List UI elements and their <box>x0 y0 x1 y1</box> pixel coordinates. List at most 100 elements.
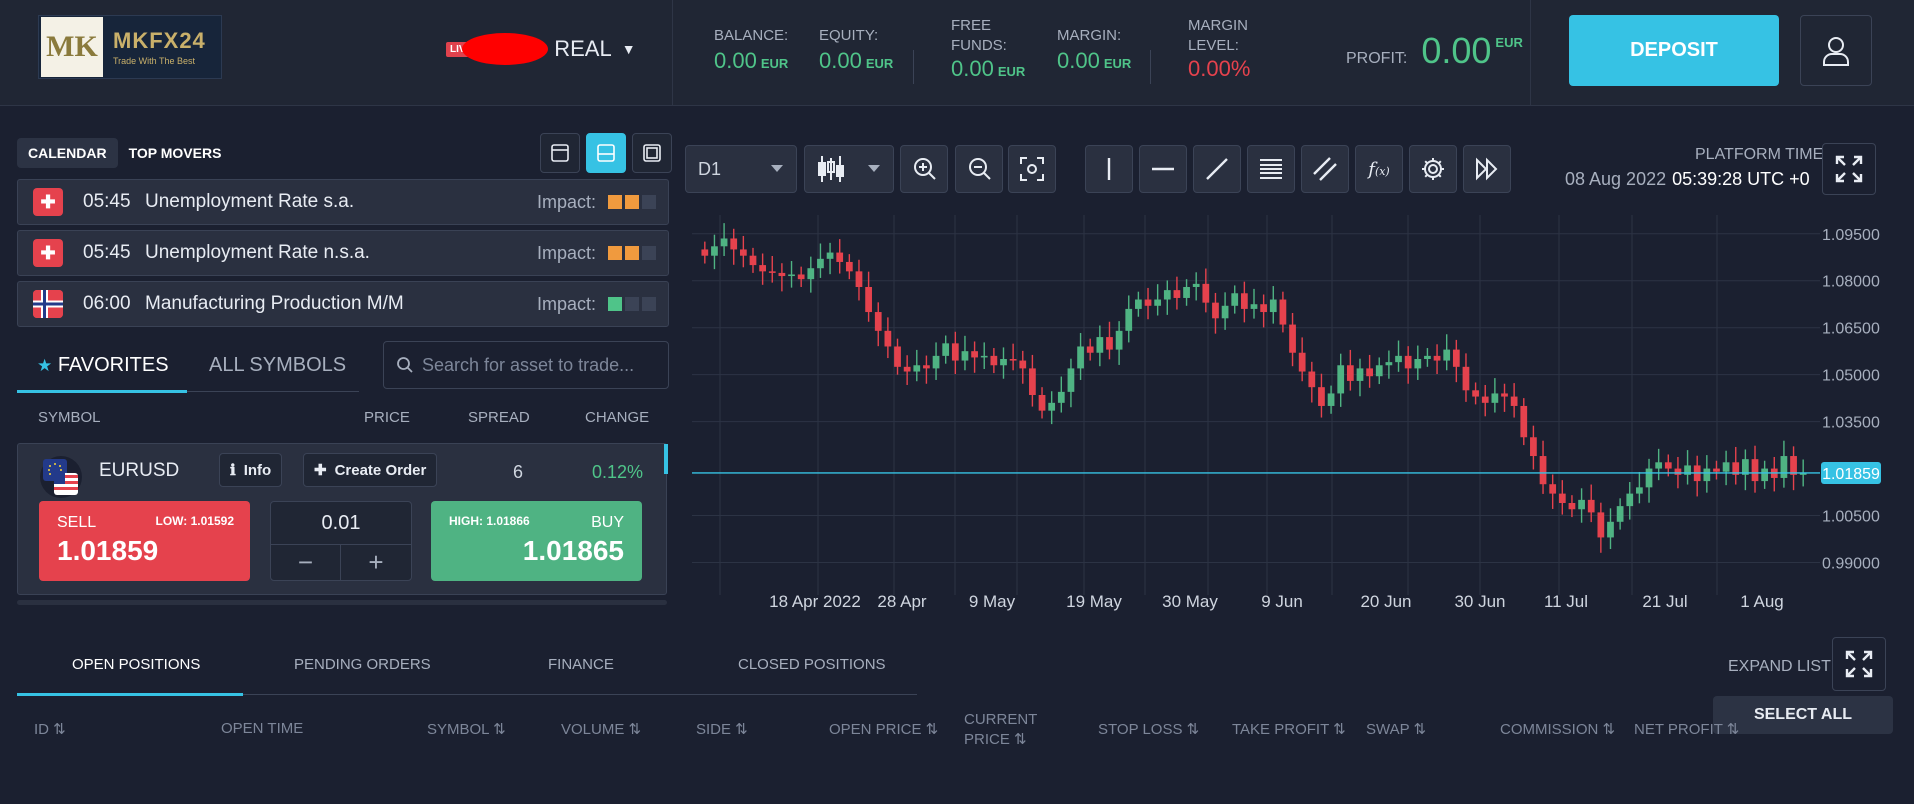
layout-full-button[interactable] <box>632 133 672 173</box>
tab-open-positions[interactable]: OPEN POSITIONS <box>72 656 200 673</box>
chart-type-select[interactable] <box>804 145 894 193</box>
candle-body <box>1009 359 1017 361</box>
chevron-down-icon <box>868 165 880 172</box>
tab-top-movers[interactable]: TOP MOVERS <box>118 138 233 168</box>
deposit-button[interactable]: DEPOSIT <box>1569 15 1779 86</box>
candle-body <box>1000 359 1007 366</box>
fibonacci-tool[interactable] <box>1247 145 1295 193</box>
increase-quantity-button[interactable]: + <box>341 545 411 580</box>
impact-indicator <box>608 195 656 209</box>
balance-value: 0.00 <box>714 48 757 73</box>
column-header-spread: SPREAD <box>468 409 530 426</box>
layout-compact-button[interactable] <box>540 133 580 173</box>
candle-body <box>1530 437 1537 457</box>
account-selector[interactable]: LIVE REAL ▼ <box>446 28 636 70</box>
candle-body <box>1510 396 1518 406</box>
chart-fullscreen-button[interactable] <box>1822 143 1876 195</box>
margin-level-stat: MARGIN LEVEL: 0.00% <box>1188 17 1251 81</box>
candlestick-chart[interactable]: 1.09500 1.08000 1.06500 1.05000 1.03500 1.005… <box>690 210 1890 620</box>
candle-body <box>971 351 978 358</box>
column-header-open-time[interactable]: OPEN TIME <box>221 720 303 737</box>
column-header-net-profit[interactable]: NET PROFIT ⇅ <box>1634 720 1739 738</box>
column-header-swap[interactable]: SWAP ⇅ <box>1366 720 1426 738</box>
parallel-channel-tool[interactable] <box>1301 145 1349 193</box>
candle-body <box>913 365 921 372</box>
tab-favorites[interactable]: ★ FAVORITES <box>37 354 169 377</box>
layout-full-icon <box>643 144 661 162</box>
candle-body <box>759 265 766 272</box>
column-header-id[interactable]: ID ⇅ <box>34 720 66 738</box>
candle-body <box>836 252 844 262</box>
layout-middle-icon <box>597 144 615 162</box>
switzerland-flag-icon: ✚ <box>33 239 63 267</box>
candle-body <box>1501 393 1508 397</box>
select-all-button[interactable]: SELECT ALL <box>1713 696 1893 734</box>
trend-line-tool[interactable] <box>1193 145 1241 193</box>
candle-body <box>932 355 940 369</box>
candle-body <box>1183 287 1190 298</box>
tab-all-symbols[interactable]: ALL SYMBOLS <box>209 354 346 377</box>
column-header-take-profit[interactable]: TAKE PROFIT ⇅ <box>1232 720 1346 738</box>
search-placeholder: Search for asset to trade... <box>422 354 635 375</box>
column-header-open-price[interactable]: OPEN PRICE ⇅ <box>829 720 938 738</box>
expand-list-button[interactable] <box>1832 637 1886 691</box>
create-order-button[interactable]: ✚ Create Order <box>303 453 438 487</box>
expand-icon <box>1835 155 1863 183</box>
brand-logo[interactable]: MK MKFX24 Trade With The Best <box>38 15 222 79</box>
indicators-button[interactable]: f(x) <box>1355 145 1403 193</box>
expand-list-label[interactable]: EXPAND LIST <box>1728 658 1831 676</box>
fit-screen-icon <box>1020 157 1044 181</box>
tab-finance[interactable]: FINANCE <box>548 656 614 673</box>
scroll-to-end-button[interactable] <box>1463 145 1511 193</box>
y-tick-label: 1.03500 <box>1822 415 1880 432</box>
candle-body <box>1703 468 1711 482</box>
calendar-event[interactable]: ✚ 05:45 Unemployment Rate s.a. Impact: <box>17 179 669 225</box>
top-bar: MK MKFX24 Trade With The Best LIVE REAL … <box>0 0 1914 106</box>
calendar-event[interactable]: ✚ 05:45 Unemployment Rate n.s.a. Impact: <box>17 230 669 276</box>
chart-settings-button[interactable] <box>1409 145 1457 193</box>
user-profile-button[interactable] <box>1800 15 1872 86</box>
buy-button[interactable]: HIGH: 1.01866 BUY 1.01865 <box>431 501 642 581</box>
zoom-in-button[interactable] <box>900 145 948 193</box>
quantity-input[interactable]: 0.01 <box>271 502 411 545</box>
decrease-quantity-button[interactable]: − <box>271 545 341 580</box>
tab-closed-positions[interactable]: CLOSED POSITIONS <box>738 656 886 673</box>
tab-calendar[interactable]: CALENDAR <box>17 138 118 168</box>
search-input[interactable]: Search for asset to trade... <box>383 341 669 389</box>
candle-body <box>990 355 998 366</box>
vertical-line-tool[interactable] <box>1085 145 1133 193</box>
reset-zoom-button[interactable] <box>1008 145 1056 193</box>
sell-button[interactable]: SELL LOW: 1.01592 1.01859 <box>39 501 250 581</box>
tab-pending-orders[interactable]: PENDING ORDERS <box>294 656 431 673</box>
column-header-stop-loss[interactable]: STOP LOSS ⇅ <box>1098 720 1199 738</box>
candle-body <box>1067 368 1075 392</box>
symbol-tabs: ★ FAVORITES ALL SYMBOLS <box>17 340 359 393</box>
platform-time-label: PLATFORM TIME <box>1695 146 1824 163</box>
candle-body <box>1395 355 1402 363</box>
info-button[interactable]: ℹ Info <box>219 453 283 487</box>
horizontal-line-tool[interactable] <box>1139 145 1187 193</box>
price-chart[interactable]: 1.09500 1.08000 1.06500 1.05000 1.03500 1.005… <box>690 210 1890 620</box>
calendar-event[interactable]: 06:00 Manufacturing Production M/M Impac… <box>17 281 669 327</box>
column-header-current-price[interactable]: CURRENT PRICE ⇅ <box>964 710 1037 750</box>
column-header-volume[interactable]: VOLUME ⇅ <box>561 720 641 738</box>
candle-body <box>1462 366 1470 391</box>
candle-body <box>1240 293 1248 309</box>
candle-body <box>1558 493 1566 503</box>
timeframe-select[interactable]: D1 <box>685 145 797 193</box>
instrument-card[interactable]: EURUSD ℹ Info ✚ Create Order 6 0.12% SELL … <box>17 443 668 595</box>
candle-body <box>1019 360 1027 369</box>
layout-medium-button[interactable] <box>586 133 626 173</box>
candle-body <box>807 268 815 280</box>
low-price: LOW: 1.01592 <box>155 514 234 528</box>
column-header-side[interactable]: SIDE ⇅ <box>696 720 748 738</box>
column-header-commission[interactable]: COMMISSION ⇅ <box>1500 720 1615 738</box>
impact-indicator <box>608 297 656 311</box>
column-header-symbol[interactable]: SYMBOL ⇅ <box>427 720 506 738</box>
candle-body <box>1443 349 1451 361</box>
zoom-out-button[interactable] <box>955 145 1003 193</box>
free-funds-stat: FREE FUNDS: 0.00 EUR <box>951 17 1026 81</box>
x-tick-label: 28 Apr <box>877 592 926 611</box>
eur-usd-flag-icon <box>40 456 82 498</box>
expand-icon <box>1845 650 1873 678</box>
